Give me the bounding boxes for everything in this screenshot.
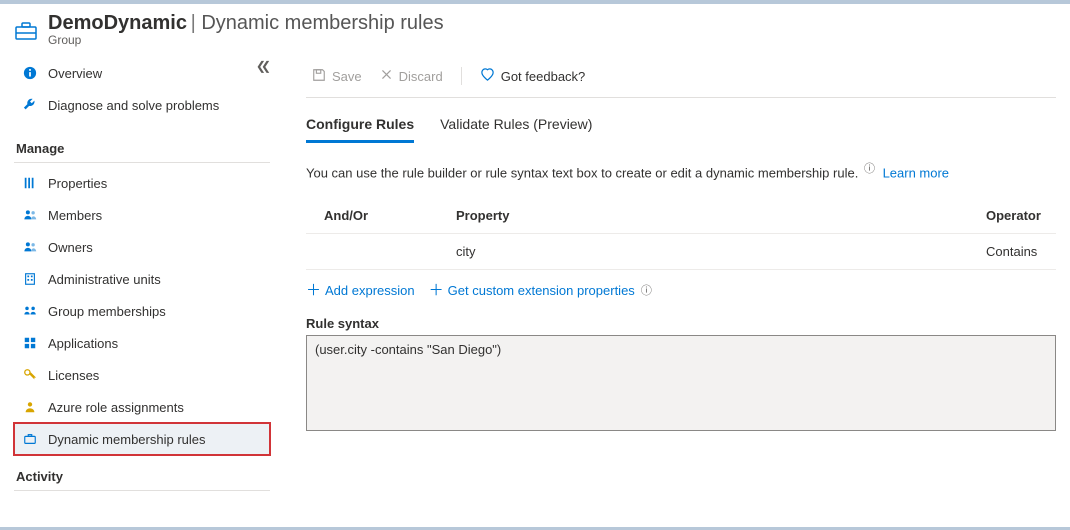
- page-subtitle: Dynamic membership rules: [201, 12, 443, 34]
- plus-icon: ＋: [306, 283, 321, 298]
- person-icon: [22, 399, 38, 415]
- add-expression-button[interactable]: ＋ Add expression: [306, 282, 415, 298]
- page-title: DemoDynamic: [48, 12, 187, 34]
- plus-icon: ＋: [429, 283, 444, 298]
- add-expression-label: Add expression: [325, 283, 415, 298]
- sidebar-item-licenses[interactable]: Licenses: [14, 359, 270, 391]
- save-button[interactable]: Save: [306, 66, 368, 87]
- rule-syntax-label: Rule syntax: [306, 316, 1056, 331]
- building-icon: [22, 271, 38, 287]
- cell-operator: Contains: [986, 244, 1056, 259]
- people-icon: [22, 239, 38, 255]
- table-actions: ＋ Add expression ＋ Get custom extension …: [306, 282, 1056, 298]
- sidebar-item-properties[interactable]: Properties: [14, 167, 270, 199]
- sidebar-item-label: Applications: [48, 336, 118, 351]
- sidebar-item-label: Diagnose and solve problems: [48, 98, 219, 113]
- discard-label: Discard: [399, 69, 443, 84]
- heart-icon: [480, 67, 495, 85]
- sidebar-item-label: Dynamic membership rules: [48, 432, 206, 447]
- tab-configure-rules[interactable]: Configure Rules: [306, 112, 414, 143]
- sidebar-item-label: Owners: [48, 240, 93, 255]
- sidebar-item-label: Members: [48, 208, 102, 223]
- close-icon: [380, 68, 393, 84]
- command-separator: [461, 67, 462, 85]
- resource-type: Group: [48, 33, 444, 47]
- groups-icon: [22, 303, 38, 319]
- rule-syntax-textbox[interactable]: (user.city -contains "San Diego"): [306, 335, 1056, 431]
- people-icon: [22, 207, 38, 223]
- sidebar-item-label: Azure role assignments: [48, 400, 184, 415]
- sidebar-item-group-memberships[interactable]: Group memberships: [14, 295, 270, 327]
- sidebar-section-manage: Manage: [14, 121, 270, 163]
- feedback-button[interactable]: Got feedback?: [474, 65, 592, 87]
- sidebar-item-dynamic-rules[interactable]: Dynamic membership rules: [14, 423, 270, 455]
- get-ext-label: Get custom extension properties: [448, 283, 635, 298]
- info-icon: [22, 65, 38, 81]
- info-icon[interactable]: ⓘ: [641, 282, 652, 298]
- collapse-sidebar-icon[interactable]: ❮❮: [256, 59, 266, 73]
- sidebar-item-label: Properties: [48, 176, 107, 191]
- sidebar-item-label: Licenses: [48, 368, 99, 383]
- key-icon: [22, 367, 38, 383]
- get-extension-properties-button[interactable]: ＋ Get custom extension properties ⓘ: [429, 282, 656, 298]
- save-label: Save: [332, 69, 362, 84]
- briefcase-icon: [22, 431, 38, 447]
- sidebar-item-label: Administrative units: [48, 272, 161, 287]
- learn-more-link[interactable]: Learn more: [883, 165, 949, 180]
- rule-table: And/Or Property Operator city Contains: [306, 198, 1056, 270]
- sidebar-item-overview[interactable]: Overview: [14, 57, 270, 89]
- col-property: Property: [456, 208, 986, 223]
- title-separator: |: [191, 12, 202, 34]
- sidebar-item-diagnose[interactable]: Diagnose and solve problems: [14, 89, 270, 121]
- info-icon[interactable]: ⓘ: [864, 163, 875, 175]
- tabs: Configure Rules Validate Rules (Preview): [306, 112, 1056, 144]
- page-header: DemoDynamic | Dynamic membership rules G…: [14, 12, 1056, 49]
- col-andor: And/Or: [306, 208, 456, 223]
- briefcase-icon: [14, 21, 38, 41]
- description-text: You can use the rule builder or rule syn…: [306, 165, 858, 180]
- sidebar-item-admin-units[interactable]: Administrative units: [14, 263, 270, 295]
- sidebar-item-owners[interactable]: Owners: [14, 231, 270, 263]
- discard-button[interactable]: Discard: [374, 66, 449, 86]
- cell-property: city: [456, 244, 986, 259]
- table-row[interactable]: city Contains: [306, 234, 1056, 270]
- wrench-icon: [22, 97, 38, 113]
- sidebar-section-activity: Activity: [14, 455, 270, 491]
- main-content: Save Discard Got feedback? Config: [278, 57, 1056, 527]
- command-bar: Save Discard Got feedback?: [306, 59, 1056, 98]
- col-operator: Operator: [986, 208, 1056, 223]
- sidebar-item-label: Group memberships: [48, 304, 166, 319]
- sidebar-item-label: Overview: [48, 66, 102, 81]
- sidebar-item-members[interactable]: Members: [14, 199, 270, 231]
- sidebar-item-applications[interactable]: Applications: [14, 327, 270, 359]
- grid-icon: [22, 335, 38, 351]
- table-header: And/Or Property Operator: [306, 198, 1056, 234]
- properties-icon: [22, 175, 38, 191]
- feedback-label: Got feedback?: [501, 69, 586, 84]
- tab-validate-rules[interactable]: Validate Rules (Preview): [440, 112, 592, 143]
- description-row: You can use the rule builder or rule syn…: [306, 160, 1056, 180]
- sidebar: ❮❮ Overview Diagnose and solve problems …: [14, 57, 278, 527]
- sidebar-item-role-assignments[interactable]: Azure role assignments: [14, 391, 270, 423]
- save-icon: [312, 68, 326, 85]
